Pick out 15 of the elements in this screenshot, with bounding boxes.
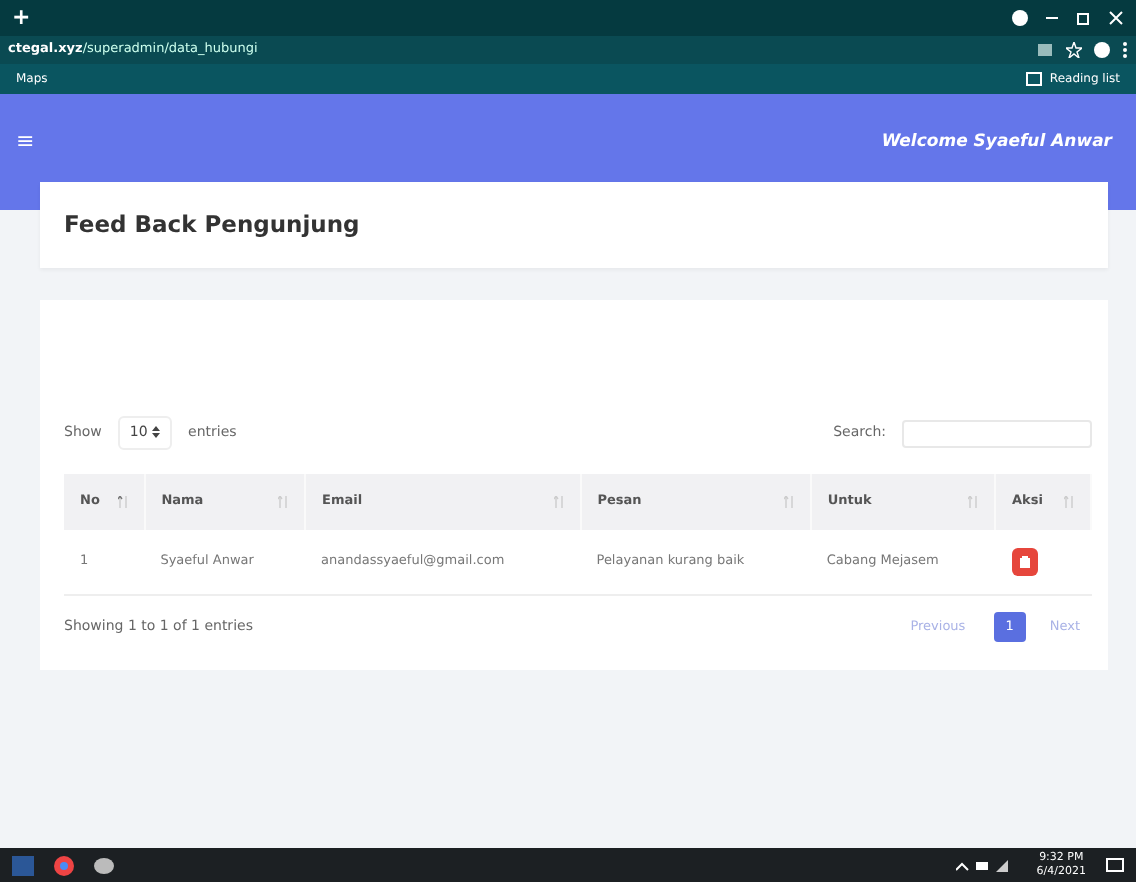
more-icon[interactable] <box>1122 42 1128 58</box>
welcome-text: Welcome Syaeful Anwar <box>881 130 1112 156</box>
close-icon[interactable] <box>1108 10 1124 26</box>
menu-icon[interactable]: ≡ <box>16 130 35 152</box>
restore-icon[interactable] <box>1076 10 1092 26</box>
sort-icon[interactable] <box>117 495 128 508</box>
star-icon[interactable] <box>1066 42 1082 58</box>
select-arrows-icon <box>152 426 161 439</box>
reading-list-icon[interactable] <box>1025 72 1042 86</box>
new-tab-button[interactable]: + <box>12 1 31 35</box>
browser-icon[interactable] <box>54 855 74 875</box>
trash-icon <box>1019 555 1030 567</box>
notification-icon[interactable] <box>1106 857 1124 873</box>
delete-button[interactable] <box>1011 547 1038 575</box>
page-title: Feed Back Pengunjung <box>64 210 360 238</box>
